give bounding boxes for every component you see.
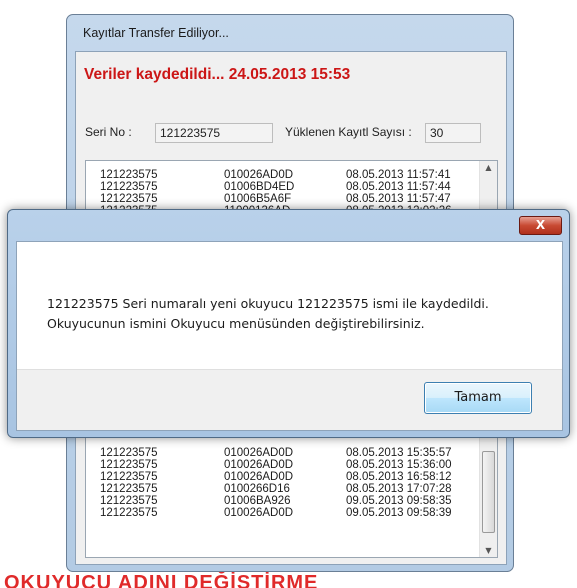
scrollbar-thumb[interactable]: [482, 451, 495, 533]
record-card-id: 01006BD4ED: [224, 181, 295, 193]
record-serial: 121223575: [100, 507, 158, 519]
record-timestamp: 08.05.2013 16:58:12: [346, 471, 452, 483]
record-card-id: 010026AD0D: [224, 459, 294, 471]
record-timestamp: 08.05.2013 11:57:41: [346, 169, 451, 181]
record-serial: 121223575: [100, 471, 158, 483]
message-dialog-body: 121223575 Seri numaralı yeni okuyucu 121…: [16, 241, 563, 431]
transfer-window-title: Kayıtlar Transfer Ediliyor...: [83, 26, 229, 40]
record-timestamp: 08.05.2013 11:57:47: [346, 193, 451, 205]
record-card-id: 010026AD0D: [224, 169, 294, 181]
close-icon: X: [535, 218, 546, 232]
record-card-id: 01006BA926: [224, 495, 291, 507]
message-dialog: X 121223575 Seri numaralı yeni okuyucu 1…: [7, 209, 570, 438]
count-field: 30: [425, 123, 481, 143]
record-card-id: 01006B5A6F: [224, 193, 292, 205]
record-card-id: 0100266D16: [224, 483, 290, 495]
record-serial: 121223575: [100, 193, 158, 205]
scroll-up-arrow-icon[interactable]: ▲: [480, 163, 497, 172]
serial-label: Seri No :: [85, 125, 132, 139]
message-line-1: 121223575 Seri numaralı yeni okuyucu 121…: [47, 296, 489, 311]
count-label: Yüklenen Kayıtl Sayısı :: [285, 125, 412, 139]
record-serial: 121223575: [100, 495, 158, 507]
record-timestamp: 09.05.2013 09:58:35: [346, 495, 452, 507]
record-serial: 121223575: [100, 169, 158, 181]
record-serial: 121223575: [100, 483, 158, 495]
record-timestamp: 08.05.2013 15:35:57: [346, 447, 452, 459]
record-card-id: 010026AD0D: [224, 447, 294, 459]
close-button[interactable]: X: [519, 216, 562, 235]
record-serial: 121223575: [100, 447, 158, 459]
record-timestamp: 08.05.2013 11:57:44: [346, 181, 451, 193]
record-timestamp: 09.05.2013 09:58:39: [346, 507, 452, 519]
message-text: 121223575 Seri numaralı yeni okuyucu 121…: [47, 294, 547, 334]
serial-field: 121223575: [155, 123, 273, 143]
message-dialog-footer: Tamam: [17, 369, 562, 430]
ok-button[interactable]: Tamam: [424, 382, 532, 414]
record-timestamp: 08.05.2013 17:07:28: [346, 483, 452, 495]
saved-message: Veriler kaydedildi... 24.05.2013 15:53: [84, 66, 351, 83]
record-card-id: 010026AD0D: [224, 471, 294, 483]
record-timestamp: 08.05.2013 15:36:00: [346, 459, 452, 471]
record-serial: 121223575: [100, 459, 158, 471]
record-card-id: 010026AD0D: [224, 507, 294, 519]
message-line-2: Okuyucunun ismini Okuyucu menüsünden değ…: [47, 316, 425, 331]
record-serial: 121223575: [100, 181, 158, 193]
scroll-down-arrow-icon[interactable]: ▼: [480, 546, 497, 555]
